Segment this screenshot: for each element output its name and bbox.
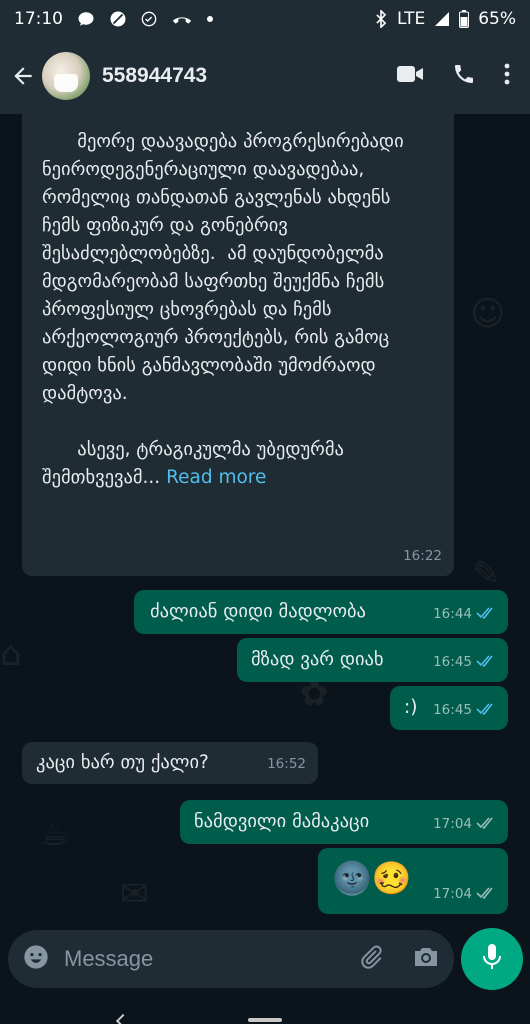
message-meta: 16:45: [433, 696, 496, 724]
message-text: :): [404, 697, 418, 718]
avatar[interactable]: [42, 52, 90, 100]
missed-call-icon: [171, 11, 193, 27]
message-time: 16:52: [267, 756, 306, 772]
wallpaper-doodle-icon: ☺: [470, 294, 506, 334]
outgoing-message[interactable]: ძალიან დიდი მადლობა 16:44: [134, 590, 508, 634]
attach-icon[interactable]: [358, 944, 384, 974]
check-circle-icon: [141, 11, 157, 27]
camera-icon[interactable]: [412, 945, 440, 973]
chat-area[interactable]: ☺ ✎ ⌂ ☕ ✉ ✿ მეორე დაავადება პროგრესირება…: [0, 114, 530, 930]
video-call-icon[interactable]: [396, 63, 424, 89]
read-ticks-icon: [476, 648, 496, 676]
more-vert-icon[interactable]: [504, 63, 510, 89]
status-bar: 17:10 LTE 65%: [0, 0, 530, 38]
message-time: 17:04: [433, 816, 472, 832]
message-text: ძალიან დიდი მადლობა: [150, 601, 366, 622]
message-time: 16:22: [403, 548, 442, 564]
incoming-message[interactable]: მეორე დაავადება პროგრესირებადი ნეიროდეგე…: [22, 114, 454, 576]
more-notifications-icon: [207, 16, 213, 22]
message-meta: 17:04: [433, 880, 496, 908]
battery-percent: 65%: [478, 9, 516, 29]
voice-record-button[interactable]: [461, 928, 523, 990]
outgoing-message[interactable]: ნამდვილი მამაკაცი 17:04: [180, 800, 508, 844]
nav-home-pill[interactable]: [248, 1018, 282, 1022]
message-text: მზად ვარ დიახ: [251, 649, 384, 670]
nav-back-icon[interactable]: [115, 1013, 131, 1024]
message-meta: 16:44: [433, 600, 496, 628]
wallpaper-doodle-icon: ⌂: [0, 634, 22, 674]
read-more-link[interactable]: Read more: [166, 467, 266, 488]
message-time: 16:45: [433, 654, 472, 670]
outgoing-message[interactable]: 🌚🥴 17:04: [318, 848, 508, 914]
message-text: კაცი ხარ თუ ქალი?: [36, 752, 209, 773]
outgoing-message[interactable]: მზად ვარ დიახ 16:45: [237, 638, 508, 682]
contact-name[interactable]: 558944743: [102, 64, 207, 88]
read-ticks-icon: [476, 696, 496, 724]
message-time: 16:45: [433, 702, 472, 718]
delivered-ticks-icon: [476, 880, 496, 908]
message-body: მეორე დაავადება პროგრესირებადი ნეიროდეგე…: [42, 131, 404, 488]
message-time: 17:04: [433, 886, 472, 902]
outgoing-message[interactable]: :) 16:45: [390, 686, 508, 730]
phone-icon[interactable]: [452, 62, 476, 90]
status-time: 17:10: [14, 9, 63, 29]
wallpaper-doodle-icon: ☕: [40, 814, 71, 854]
microphone-icon: [481, 943, 503, 975]
signal-icon: [434, 11, 450, 27]
chat-header: 558944743: [0, 38, 530, 114]
read-ticks-icon: [476, 600, 496, 628]
wallpaper-doodle-icon: ✎: [472, 554, 501, 594]
system-nav-bar: [0, 998, 530, 1024]
network-type: LTE: [396, 9, 426, 29]
emoji-icon[interactable]: [22, 943, 50, 975]
message-meta: 16:52: [267, 750, 306, 778]
battery-icon: [459, 10, 470, 28]
message-text: ნამდვილი მამაკაცი: [194, 811, 370, 832]
message-input[interactable]: [64, 946, 314, 972]
message-emoji: 🌚🥴: [332, 859, 412, 897]
bluetooth-icon: [374, 10, 388, 28]
message-text: მეორე დაავადება პროგრესირებადი ნეიროდეგე…: [42, 128, 434, 492]
message-meta: 16:45: [433, 648, 496, 676]
chat-notification-icon: [77, 10, 95, 28]
message-time: 16:44: [433, 606, 472, 622]
blocked-app-icon: [109, 10, 127, 28]
message-meta: 17:04: [433, 810, 496, 838]
message-composer: [8, 930, 454, 988]
delivered-ticks-icon: [476, 810, 496, 838]
incoming-message[interactable]: კაცი ხარ თუ ქალი? 16:52: [22, 742, 318, 784]
back-arrow-icon[interactable]: [10, 62, 38, 90]
wallpaper-doodle-icon: ✉: [120, 874, 149, 914]
